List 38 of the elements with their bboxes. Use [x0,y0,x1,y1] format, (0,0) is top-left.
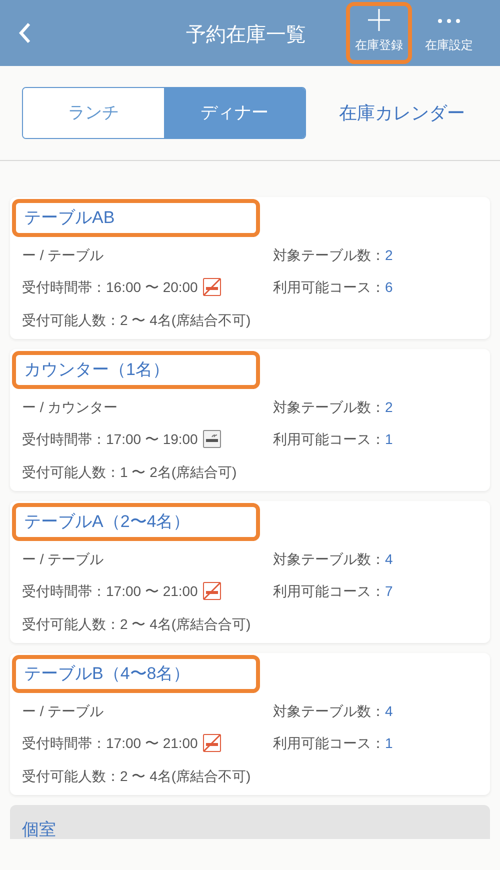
card-title[interactable]: テーブルA（2〜4名） [24,509,190,535]
category-text: ー / テーブル [22,702,105,720]
section-title: 個室 [22,820,56,839]
category-text: ー / テーブル [22,550,105,568]
stock-card[interactable]: テーブルB（4〜8名） ー / テーブル 対象テーブル数：4 受付時間帯：17:00 〜 21:00 利用可能コース：1 受付可能人数：2 〜 4名(席結合不可) [10,653,490,795]
calendar-link[interactable]: 在庫カレンダー [339,100,465,126]
back-icon[interactable] [18,22,32,44]
time-range-text: 受付時間帯：17:00 〜 21:00 [22,582,198,600]
capacity-text: 受付可能人数：2 〜 4名(席結合不可) [22,767,252,784]
stock-card[interactable]: カウンター（1名） ー / カウンター 対象テーブル数：2 受付時間帯：17:00 〜 19:00 利用可能コース：1 受付可能人数：1 〜 2名(席結合可) [10,349,490,491]
stock-card[interactable]: テーブルA（2〜4名） ー / テーブル 対象テーブル数：4 受付時間帯：17:00 〜 21:00 利用可能コース：7 受付可能人数：2 〜 4名(席結合合可) [10,501,490,643]
stock-settings-button[interactable]: 在庫設定 [416,2,482,64]
course-count-text: 利用可能コース：6 [273,278,393,296]
course-count-text: 利用可能コース：1 [273,734,393,752]
page-title: 予約在庫一覧 [186,23,306,48]
table-count-text: 対象テーブル数：2 [273,398,393,416]
table-count-text: 対象テーブル数：4 [273,702,393,720]
capacity-text: 受付可能人数：2 〜 4名(席結合合可) [22,615,252,632]
card-title[interactable]: テーブルB（4〜8名） [24,661,190,687]
course-count-text: 利用可能コース：7 [273,582,393,600]
card-title[interactable]: テーブルAB [24,205,115,231]
meal-tab[interactable]: ディナー [164,88,305,138]
add-stock-button[interactable]: 在庫登録 [346,2,412,64]
meal-tab[interactable]: ランチ [23,88,164,138]
capacity-text: 受付可能人数：1 〜 2名(席結合可) [22,463,238,480]
table-count-text: 対象テーブル数：2 [273,246,393,264]
category-text: ー / カウンター [22,398,119,416]
category-text: ー / テーブル [22,246,105,264]
card-title[interactable]: カウンター（1名） [24,357,170,383]
time-range-text: 受付時間帯：17:00 〜 19:00 [22,430,198,448]
more-icon [437,18,461,24]
stock-card[interactable]: テーブルAB ー / テーブル 対象テーブル数：2 受付時間帯：16:00 〜 20:00 利用可能コース：6 受付可能人数：2 〜 4名(席結合不可) [10,197,490,339]
capacity-text: 受付可能人数：2 〜 4名(席結合不可) [22,311,252,328]
time-range-text: 受付時間帯：16:00 〜 20:00 [22,278,198,296]
time-range-text: 受付時間帯：17:00 〜 21:00 [22,734,198,752]
table-count-text: 対象テーブル数：4 [273,550,393,568]
plus-icon [367,8,391,32]
course-count-text: 利用可能コース：1 [273,430,393,448]
